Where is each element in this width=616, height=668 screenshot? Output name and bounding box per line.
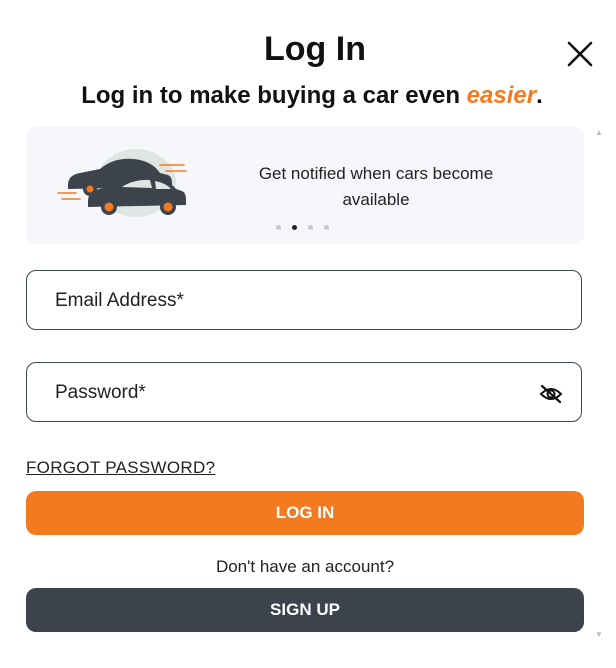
email-input[interactable] xyxy=(53,271,527,331)
close-icon[interactable] xyxy=(566,40,594,68)
password-input[interactable] xyxy=(53,363,527,423)
carousel-dot[interactable] xyxy=(308,225,313,230)
carousel-dot-active[interactable] xyxy=(292,225,297,230)
modal-subtitle: Log in to make buying a car even easier. xyxy=(0,82,616,110)
modal-title: Log In xyxy=(264,30,366,68)
subtitle-accent: easier xyxy=(466,82,537,109)
password-field[interactable] xyxy=(26,362,582,423)
slide-text: Get notified when cars become available xyxy=(258,164,494,209)
carousel-dot[interactable] xyxy=(324,225,329,230)
login-button[interactable]: LOG IN xyxy=(26,491,584,535)
carousel-dots xyxy=(276,225,329,233)
email-field[interactable] xyxy=(26,270,582,331)
feature-carousel[interactable]: Get notified when cars become available xyxy=(26,127,584,244)
no-account-text: Don't have an account? xyxy=(215,557,395,576)
subtitle-prefix: Log in to make buying a car even xyxy=(81,82,467,109)
cars-icon xyxy=(57,149,187,217)
signup-button[interactable]: SIGN UP xyxy=(26,588,584,632)
login-modal: Log In Log in to make buying a car even … xyxy=(0,0,616,668)
carousel-dot[interactable] xyxy=(276,225,281,230)
subtitle-suffix: . xyxy=(536,82,543,109)
eye-slash-icon[interactable] xyxy=(539,384,563,404)
scroll-down-arrow[interactable]: ▼ xyxy=(594,630,604,639)
scroll-up-arrow[interactable]: ▲ xyxy=(594,128,604,137)
forgot-password-link[interactable]: FORGOT PASSWORD? xyxy=(26,458,215,478)
